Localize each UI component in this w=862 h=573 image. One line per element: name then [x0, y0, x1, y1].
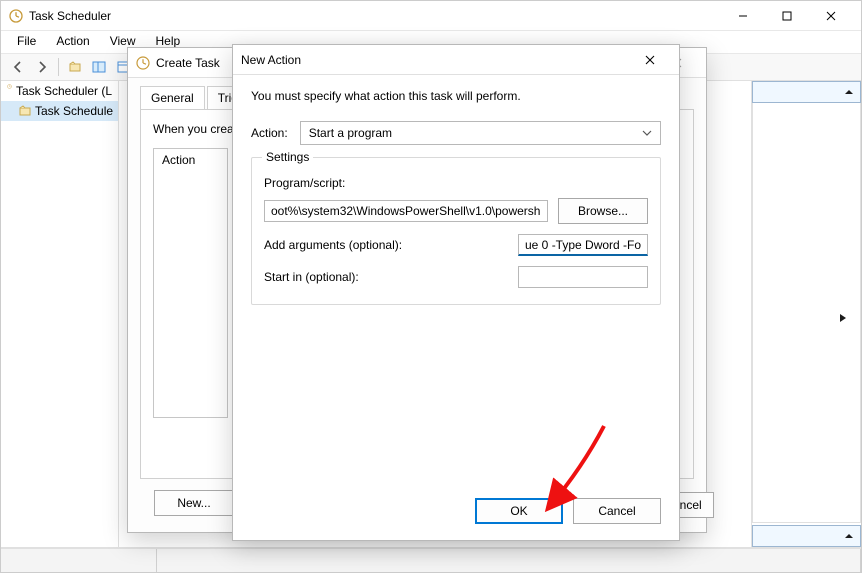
- actions-listbox[interactable]: Action: [153, 148, 228, 418]
- new-button[interactable]: New...: [154, 490, 234, 516]
- start-in-label: Start in (optional):: [264, 270, 440, 284]
- tree-root-label: Task Scheduler (L: [16, 84, 112, 98]
- create-task-title: Create Task: [156, 56, 220, 70]
- add-arguments-value: ue 0 -Type Dword -Force: [525, 238, 641, 252]
- tree-root[interactable]: Task Scheduler (L: [1, 81, 118, 101]
- chevron-down-icon: [642, 128, 652, 138]
- clock-icon: [136, 56, 150, 70]
- actions-pane-header-2[interactable]: [752, 525, 861, 547]
- settings-legend: Settings: [262, 150, 313, 164]
- program-script-input[interactable]: oot%\system32\WindowsPowerShell\v1.0\pow…: [264, 200, 548, 222]
- actions-pane-header[interactable]: [752, 81, 861, 103]
- action-select[interactable]: Start a program: [300, 121, 661, 145]
- tab-general[interactable]: General: [140, 86, 205, 109]
- new-action-dialog: New Action You must specify what action …: [232, 44, 680, 541]
- up-level-button[interactable]: [64, 56, 86, 78]
- titlebar: Task Scheduler: [1, 1, 861, 31]
- folder-icon: [19, 105, 31, 117]
- action-label: Action:: [251, 126, 288, 140]
- start-in-input[interactable]: [518, 266, 648, 288]
- actions-list-header: Action: [154, 149, 227, 171]
- scroll-right-icon[interactable]: [838, 313, 848, 323]
- ok-button[interactable]: OK: [475, 498, 563, 524]
- menu-file[interactable]: File: [7, 31, 46, 53]
- back-button[interactable]: [7, 56, 29, 78]
- new-action-titlebar[interactable]: New Action: [233, 45, 679, 75]
- new-action-close-button[interactable]: [629, 46, 671, 74]
- clock-icon: [7, 84, 12, 98]
- add-arguments-label: Add arguments (optional):: [264, 238, 440, 252]
- tree-child[interactable]: Task Schedule: [1, 101, 118, 121]
- browse-button[interactable]: Browse...: [558, 198, 648, 224]
- cancel-button[interactable]: Cancel: [573, 498, 661, 524]
- window-title: Task Scheduler: [29, 9, 111, 23]
- program-script-value: oot%\system32\WindowsPowerShell\v1.0\pow…: [271, 204, 541, 218]
- minimize-button[interactable]: [721, 2, 765, 30]
- close-button[interactable]: [809, 2, 853, 30]
- actions-pane: [751, 81, 861, 547]
- chevron-up-icon: [844, 87, 854, 97]
- action-select-value: Start a program: [309, 126, 392, 140]
- maximize-button[interactable]: [765, 2, 809, 30]
- settings-fieldset: Settings Program/script: oot%\system32\W…: [251, 157, 661, 305]
- chevron-up-icon: [844, 531, 854, 541]
- tree-pane[interactable]: Task Scheduler (L Task Schedule: [1, 81, 119, 547]
- forward-button[interactable]: [31, 56, 53, 78]
- new-action-title: New Action: [241, 53, 301, 67]
- new-action-intro: You must specify what action this task w…: [251, 89, 661, 103]
- show-action-pane-button[interactable]: [88, 56, 110, 78]
- actions-pane-body: [752, 103, 861, 523]
- app-icon: [9, 9, 23, 23]
- menu-action[interactable]: Action: [46, 31, 99, 53]
- window-controls: [721, 2, 853, 30]
- program-script-label: Program/script:: [264, 176, 648, 190]
- add-arguments-input[interactable]: ue 0 -Type Dword -Force: [518, 234, 648, 256]
- toolbar-separator: [58, 58, 59, 76]
- status-bar: [1, 548, 861, 572]
- tree-child-label: Task Schedule: [35, 104, 113, 118]
